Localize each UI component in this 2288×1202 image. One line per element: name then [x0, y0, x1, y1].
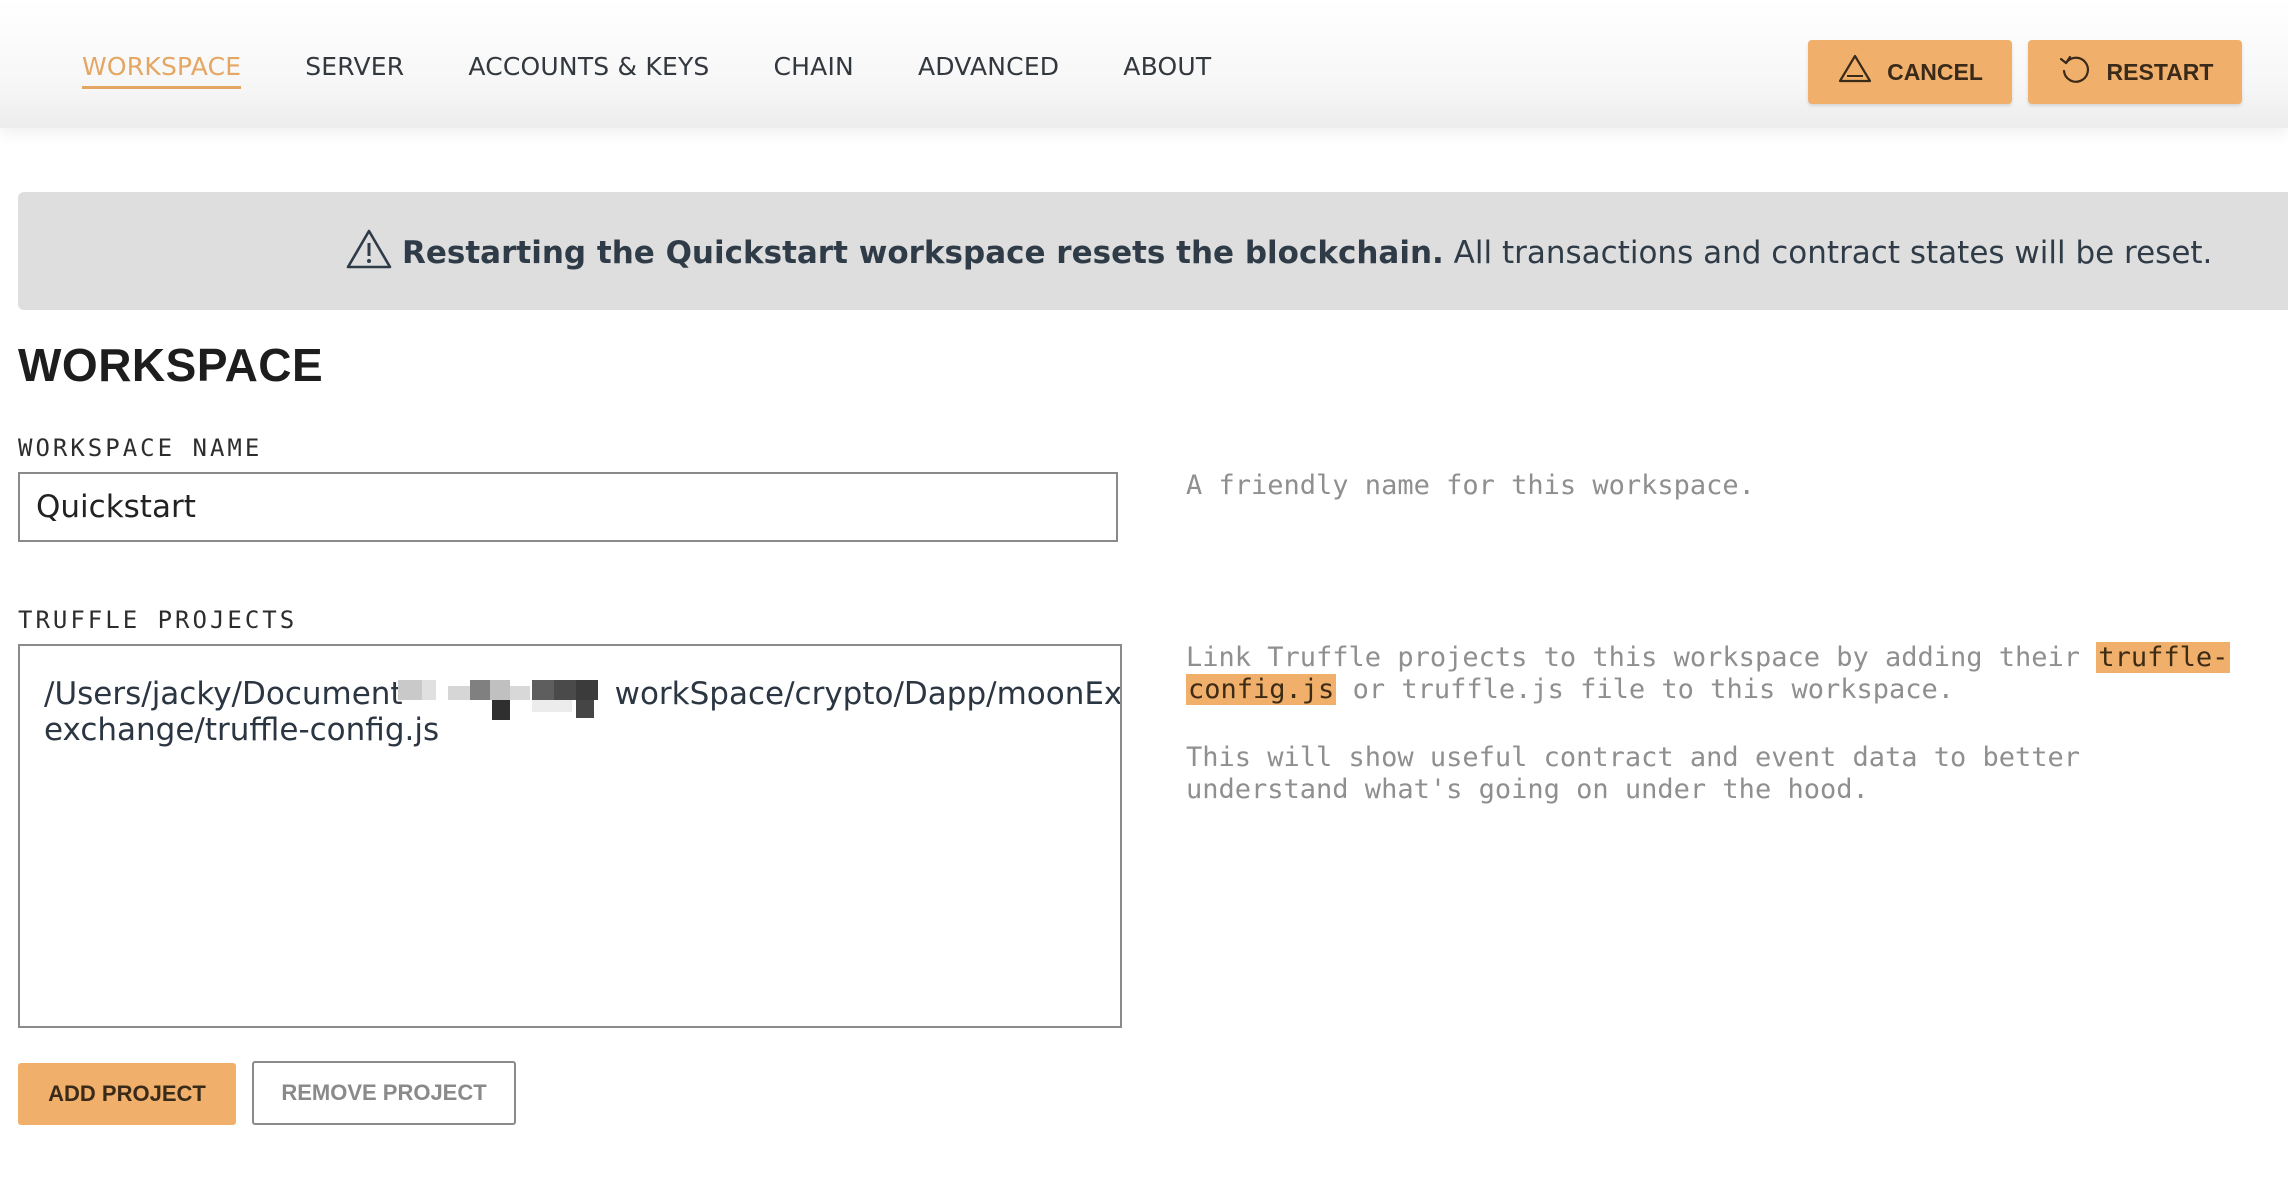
cancel-button-label: CANCEL	[1887, 58, 1983, 85]
settings-tabs: WORKSPACE SERVER ACCOUNTS & KEYS CHAIN A…	[82, 52, 1211, 89]
restart-button[interactable]: RESTART	[2028, 40, 2242, 104]
restart-button-label: RESTART	[2106, 58, 2214, 85]
tab-accounts-keys[interactable]: ACCOUNTS & KEYS	[468, 52, 709, 89]
workspace-name-help: A friendly name for this workspace.	[1186, 470, 1755, 501]
banner-bold-text: Restarting the Quickstart workspace rese…	[402, 235, 1444, 271]
restart-warning-banner: Restarting the Quickstart workspace rese…	[18, 192, 2288, 310]
warning-triangle-icon	[1837, 51, 1873, 93]
add-project-button[interactable]: ADD PROJECT	[18, 1063, 236, 1125]
tab-advanced[interactable]: ADVANCED	[918, 52, 1059, 89]
workspace-name-label: WORKSPACE NAME	[18, 434, 263, 462]
cancel-button[interactable]: CANCEL	[1808, 40, 2012, 104]
truffle-config-highlight-2: config.js	[1186, 674, 1337, 705]
workspace-name-input[interactable]: Quickstart	[18, 472, 1118, 542]
tab-about[interactable]: ABOUT	[1123, 52, 1211, 89]
truffle-projects-label: TRUFFLE PROJECTS	[18, 606, 298, 634]
tab-workspace[interactable]: WORKSPACE	[82, 52, 242, 89]
warning-triangle-icon	[346, 228, 392, 278]
restart-icon	[2057, 51, 2093, 93]
tab-chain[interactable]: CHAIN	[774, 52, 854, 89]
truffle-projects-help: Link Truffle projects to this workspace …	[1186, 642, 2231, 805]
truffle-config-highlight-1: truffle-	[2096, 642, 2231, 673]
remove-project-button[interactable]: REMOVE PROJECT	[252, 1061, 516, 1125]
banner-text: All transactions and contract states wil…	[1443, 235, 2213, 271]
truffle-projects-list[interactable]: /Users/jacky/Document workSpace/crypto/Da…	[18, 644, 1122, 1028]
tab-server[interactable]: SERVER	[305, 52, 404, 89]
page-title: WORKSPACE	[18, 339, 324, 391]
top-navigation-bar: WORKSPACE SERVER ACCOUNTS & KEYS CHAIN A…	[0, 0, 2288, 128]
